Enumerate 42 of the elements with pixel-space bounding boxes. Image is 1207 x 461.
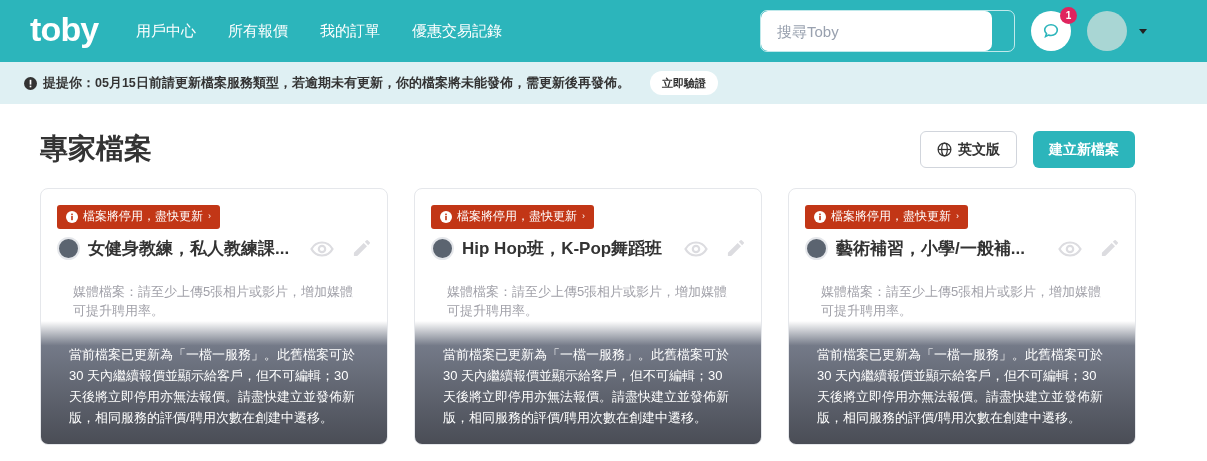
caret-icon[interactable] [1139,28,1147,34]
search-field[interactable]: 搜尋Toby [760,10,1015,52]
media-hint: 媒體檔案：請至少上傳5張相片或影片，增加媒體可提升聘用率。 [447,282,729,320]
profile-avatar [431,237,454,261]
eye-icon[interactable] [684,240,708,257]
english-version-button[interactable]: 英文版 [920,130,1017,168]
notification-badge: 1 [1060,7,1077,24]
user-avatar[interactable] [1087,11,1127,51]
info-icon [66,211,78,223]
warning-tag[interactable]: 檔案將停用，盡快更新 › [805,205,968,229]
nav-link[interactable]: 用戶中心 [136,19,197,43]
exclamation-icon [24,76,37,90]
profile-avatar [805,237,828,261]
notice-text: 提提你：05月15日前請更新檔案服務類型，若逾期未有更新，你的檔案將未能發佈，需更新後再發佈。 [43,74,630,92]
warning-tag[interactable]: 檔案將停用，盡快更新 › [57,205,220,229]
media-hint: 媒體檔案：請至少上傳5張相片或影片，增加媒體可提升聘用率。 [821,282,1103,320]
eye-icon[interactable] [1058,240,1082,257]
nav-link[interactable]: 所有報價 [228,19,289,43]
pencil-icon[interactable] [726,239,745,259]
profile-title: 藝術補習，小學/一般補... [836,238,1026,260]
chat-bubble-icon [1042,22,1060,40]
info-icon [814,211,826,223]
nav-link[interactable]: 優惠交易記錄 [412,19,503,43]
pencil-icon[interactable] [1100,239,1119,259]
page-title: 專家檔案 [40,132,152,166]
nav-link[interactable]: 我的訂單 [320,19,381,43]
info-icon [440,211,452,223]
media-hint: 媒體檔案：請至少上傳5張相片或影片，增加媒體可提升聘用率。 [73,282,355,320]
overlay-message: 當前檔案已更新為「一檔一服務」。此舊檔案可於 30 天內繼續報價並顯示給客戶，但不可編輯；30 天後將立即停用亦無法報價。請盡快建立並發佈新版，相同服務的評價/聘用次數在創建中遷移。 [69,346,356,427]
profile-avatar [57,237,80,261]
create-profile-button[interactable]: 建立新檔案 [1033,130,1135,168]
globe-icon [937,141,952,157]
overlay-message: 當前檔案已更新為「一檔一服務」。此舊檔案可於 30 天內繼續報價並顯示給客戶，但不可編輯；30 天後將立即停用亦無法報價。請盡快建立並發佈新版，相同服務的評價/聘用次數在創建中遷移。 [817,346,1104,427]
eye-icon[interactable] [310,240,334,257]
overlay-message: 當前檔案已更新為「一檔一服務」。此舊檔案可於 30 天內繼續報價並顯示給客戶，但不可編輯；30 天後將立即停用亦無法報價。請盡快建立並發佈新版，相同服務的評價/聘用次數在創建中遷移。 [443,346,730,427]
toby-logo[interactable]: toby [30,12,99,46]
warning-tag[interactable]: 檔案將停用，盡快更新 › [431,205,594,229]
verify-button[interactable]: 立即驗證 [649,71,718,95]
pencil-icon[interactable] [352,239,371,259]
profile-title: 女健身教練，私人教練課... [88,238,291,260]
messages-button[interactable] [1031,11,1071,51]
profile-title: Hip Hop班，K-Pop舞蹈班 [462,238,664,260]
